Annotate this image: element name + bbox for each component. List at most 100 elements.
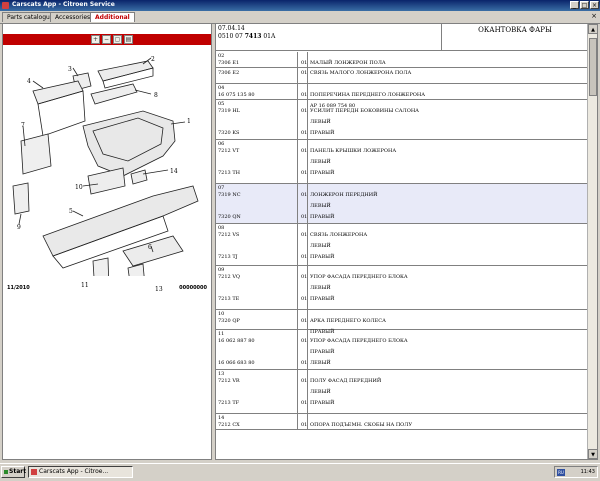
callout-6[interactable]: 6 <box>148 244 152 251</box>
part-quantity: 01 <box>301 214 308 220</box>
part-description: ЛЕВЫЙ <box>310 360 331 366</box>
part-quantity: 01 <box>301 254 308 260</box>
language-indicator[interactable]: RU <box>557 469 565 476</box>
diagram-date: 11/2010 <box>7 285 30 291</box>
table-row[interactable]: 02 7306 E1 01 МАЛЫЙ ЛОНЖЕРОН ПОЛА <box>216 52 587 68</box>
part-number[interactable]: 7212 VR <box>218 378 240 384</box>
part-number[interactable]: 7319 NC <box>218 192 241 198</box>
part-quantity: 01 <box>301 422 308 428</box>
tab-accessories[interactable]: Accessories <box>50 12 96 22</box>
part-number[interactable]: 7213 TH <box>218 170 240 176</box>
part-number[interactable]: 7320 QP <box>218 318 240 324</box>
scroll-up-icon[interactable]: ▲ <box>588 24 597 34</box>
callout-4[interactable]: 4 <box>27 78 31 85</box>
row-group-number: 10 <box>218 311 225 317</box>
table-row[interactable]: 07 7319 NC 01 ЛОНЖЕРОН ПЕРЕДНИЙ ЛЕВЫЙ 7320 QN… <box>216 184 587 224</box>
callout-10[interactable]: 10 <box>75 184 83 191</box>
cell-qty <box>298 266 308 309</box>
table-row[interactable]: 08 7212 VS 01 СВЯЗЬ ЛОНЖЕРОНА ЛЕВЫЙ 7213 TJ 01… <box>216 224 587 266</box>
callout-5[interactable]: 5 <box>69 208 73 215</box>
part-quantity: 01 <box>301 60 308 66</box>
part-quantity: 01 <box>301 70 308 76</box>
parts-header: 07.04.14 0510 07 7413 01A ОКАНТОВКА ФАРЫ <box>216 24 587 51</box>
part-quantity: 01 <box>301 130 308 136</box>
diagram-code: 00000000 <box>179 285 207 291</box>
callout-1[interactable]: 1 <box>187 118 191 125</box>
part-number[interactable]: 16 062 887 80 <box>218 338 255 344</box>
part-description: ПРАВЫЙ <box>310 170 335 176</box>
taskbar-app-button[interactable]: Carscats App - Citroe... <box>28 466 133 478</box>
cell-qty <box>298 370 308 413</box>
minimize-button[interactable]: _ <box>570 1 579 9</box>
row-group-number: 11 <box>218 331 225 337</box>
part-description: УПОР ФАСАДА ПЕРЕДНЕГО БЛОКА <box>310 274 408 280</box>
diagram-toolbar: + − ▢ ▤ <box>3 34 211 45</box>
callout-3[interactable]: 3 <box>68 66 72 73</box>
table-row[interactable]: 14 7212 CX 01 ОПОРА ПОДЪЕМН. СКОБЫ НА ПОЛУ <box>216 414 587 430</box>
zoom-out-icon[interactable]: − <box>102 35 111 44</box>
callout-7[interactable]: 7 <box>21 122 25 129</box>
part-description: ПОЛУ ФАСАД ПЕРЕДНИЙ <box>310 378 382 384</box>
callout-13[interactable]: 13 <box>155 286 163 293</box>
print-icon[interactable]: ▤ <box>124 35 133 44</box>
app-icon <box>31 469 37 475</box>
part-number[interactable]: 7212 VQ <box>218 274 240 280</box>
scroll-thumb[interactable] <box>589 38 597 96</box>
part-number[interactable]: 7212 VT <box>218 148 239 154</box>
part-description: УПОР ФАСАДА ПЕРЕДНЕГО БЛОКА <box>310 338 408 344</box>
part-quantity: 01 <box>301 274 308 280</box>
table-row[interactable]: 04 16 075 135 80 01 ПОПЕРЕЧИНА ПЕРЕДНЕГО ЛО… <box>216 84 587 109</box>
scroll-down-icon[interactable]: ▼ <box>588 449 597 459</box>
part-number[interactable]: 7213 TE <box>218 296 239 302</box>
part-number[interactable]: 7306 E1 <box>218 60 239 66</box>
close-tab-icon[interactable]: × <box>591 12 597 20</box>
row-group-number: 06 <box>218 141 225 147</box>
callout-2[interactable]: 2 <box>151 56 155 63</box>
table-row[interactable]: 11 16 062 887 80 01 УПОР ФАСАДА ПЕРЕДНЕГО Б… <box>216 330 587 370</box>
cell-ref <box>216 140 298 183</box>
table-row[interactable]: 06 7212 VT 01 ПАНЕЛЬ КРЫШКИ ЛОЖЕРОНА ЛЕВЫЙ 72… <box>216 140 587 184</box>
table-row[interactable]: 13 7212 VR 01 ПОЛУ ФАСАД ПЕРЕДНИЙ ЛЕВЫЙ 7213 … <box>216 370 587 414</box>
tab-additional[interactable]: Additional <box>90 12 135 22</box>
part-quantity: 01 <box>301 108 308 114</box>
part-quantity: 01 <box>301 170 308 176</box>
start-button[interactable]: Start <box>1 466 26 478</box>
vertical-scrollbar[interactable]: ▲ ▼ <box>587 24 597 459</box>
table-row[interactable]: 09 7212 VQ 01 УПОР ФАСАДА ПЕРЕДНЕГО БЛОКА ЛЕ… <box>216 266 587 310</box>
part-description: ЛЕВЫЙ <box>310 203 331 209</box>
row-group-number: 13 <box>218 371 225 377</box>
part-description: ПРАВЫЙ <box>310 349 335 355</box>
part-description: ПРАВЫЙ <box>310 296 335 302</box>
part-number[interactable]: 7319 HL <box>218 108 240 114</box>
part-quantity: 01 <box>301 400 308 406</box>
part-number[interactable]: 7320 QN <box>218 214 241 220</box>
callout-11[interactable]: 11 <box>81 282 89 289</box>
part-number[interactable]: 7306 E2 <box>218 70 239 76</box>
part-number[interactable]: 7213 TJ <box>218 254 238 260</box>
callout-14[interactable]: 14 <box>170 168 178 175</box>
table-row[interactable]: 7306 E2 01 СВЯЗЬ МАЛОГО ЛОНЖЕРОНА ПОЛА <box>216 68 587 84</box>
callout-9[interactable]: 9 <box>17 224 21 231</box>
maximize-button[interactable]: □ <box>580 1 589 9</box>
cell-qty <box>298 140 308 183</box>
part-quantity: 01 <box>301 338 308 344</box>
table-row[interactable]: 05 7319 HL 01 УСИЛИТ ПЕРЕДН БОКОВИНЫ САЛОНА… <box>216 100 587 140</box>
callout-8[interactable]: 8 <box>154 92 158 99</box>
part-number[interactable]: 7212 VS <box>218 232 239 238</box>
part-description: МАЛЫЙ ЛОНЖЕРОН ПОЛА <box>310 60 386 66</box>
part-description: ПРАВЫЙ <box>310 214 335 220</box>
part-description: ЛЕВЫЙ <box>310 285 331 291</box>
part-number[interactable]: 7213 TF <box>218 400 239 406</box>
part-number[interactable]: 7212 CX <box>218 422 240 428</box>
clock: 11:43 <box>580 469 595 475</box>
part-quantity: 01 <box>301 232 308 238</box>
table-row[interactable]: 10 7320 QP 01 АРКА ПЕРЕДНЕГО КОЛЕСА ПРАВЫЙ <box>216 310 587 335</box>
cell-ref <box>216 266 298 309</box>
part-number[interactable]: 16 066 683 80 <box>218 360 255 366</box>
fit-icon[interactable]: ▢ <box>113 35 122 44</box>
part-description: ПРАВЫЙ <box>310 254 335 260</box>
close-button[interactable]: × <box>590 1 599 9</box>
part-number[interactable]: 7320 KS <box>218 130 239 136</box>
part-number[interactable]: 16 075 135 80 <box>218 92 255 98</box>
zoom-in-icon[interactable]: + <box>91 35 100 44</box>
